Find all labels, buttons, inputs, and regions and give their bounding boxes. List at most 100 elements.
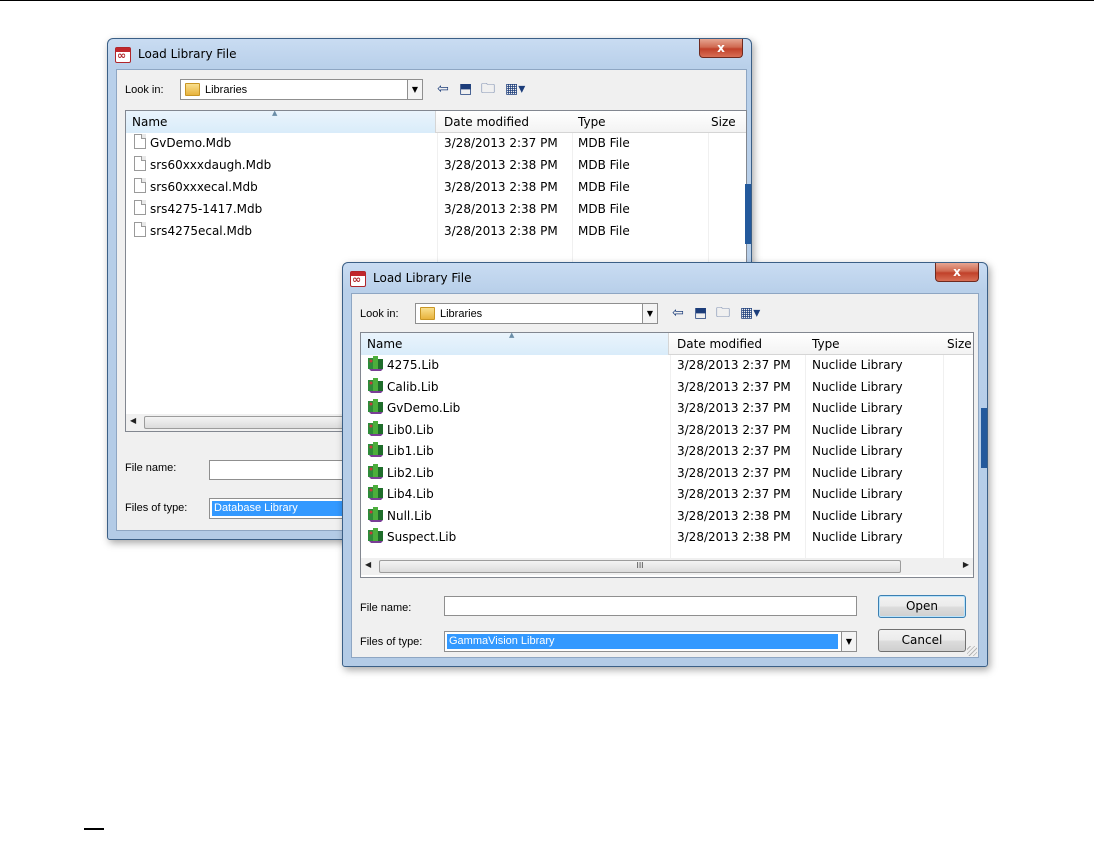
list-item[interactable]: GvDemo.Lib 3/28/2013 2:37 PM Nuclide Libra… [361, 398, 973, 420]
bottom-mark [84, 828, 104, 830]
list-item[interactable]: Lib1.Lib 3/28/2013 2:37 PM Nuclide Library [361, 441, 973, 463]
app-logo-icon [350, 271, 366, 287]
back-col-size[interactable]: Size [711, 115, 736, 129]
view-menu-icon[interactable]: ▦▾ [505, 80, 525, 98]
front-col-type[interactable]: Type [812, 337, 840, 351]
file-icon [134, 200, 146, 215]
back-window-edge [745, 184, 751, 244]
file-type: Nuclide Library [812, 508, 903, 523]
front-window-edge [981, 408, 987, 468]
back-look-in-value: Libraries [205, 84, 248, 96]
folder-icon [420, 307, 435, 320]
chevron-down-icon[interactable]: ▼ [642, 304, 657, 323]
back-arrow-icon[interactable]: ⇦ [437, 80, 449, 98]
nuclide-library-icon [367, 506, 385, 523]
front-files-of-type-select[interactable]: GammaVision Library ▼ [444, 631, 857, 652]
back-col-type[interactable]: Type [578, 115, 606, 129]
file-type: MDB File [578, 202, 630, 216]
back-close-button[interactable]: x [699, 39, 743, 58]
list-item[interactable]: Lib0.Lib 3/28/2013 2:37 PM Nuclide Library [361, 420, 973, 442]
file-type: Nuclide Library [812, 379, 903, 394]
file-date: 3/28/2013 2:37 PM [677, 358, 791, 372]
file-icon [134, 134, 146, 149]
back-name-header-highlight [126, 111, 436, 133]
front-col-name[interactable]: Name [367, 337, 402, 351]
list-item[interactable]: srs60xxxecal.Mdb 3/28/2013 2:38 PM MDB F… [126, 177, 746, 199]
chevron-down-icon[interactable]: ▼ [407, 80, 422, 99]
top-rule [0, 0, 1094, 1]
list-item[interactable]: Suspect.Lib 3/28/2013 2:38 PM Nuclide Libr… [361, 527, 973, 549]
file-date: 3/28/2013 2:37 PM [677, 379, 791, 394]
file-date: 3/28/2013 2:37 PM [677, 487, 791, 501]
back-col-name[interactable]: Name [132, 115, 167, 129]
file-icon [134, 178, 146, 193]
resize-grip-icon[interactable] [967, 646, 977, 656]
back-col-date[interactable]: Date modified [444, 115, 529, 129]
file-name: GvDemo.Lib [387, 401, 461, 415]
back-titlebar[interactable]: Load Library File x [108, 39, 751, 69]
file-type: MDB File [578, 136, 630, 150]
front-name-header-highlight [361, 333, 669, 355]
file-date: 3/28/2013 2:37 PM [444, 136, 558, 150]
back-look-in-combo[interactable]: Libraries ▼ [180, 79, 423, 100]
list-item[interactable]: Null.Lib 3/28/2013 2:38 PM Nuclide Library [361, 506, 973, 528]
list-item[interactable]: srs4275ecal.Mdb 3/28/2013 2:38 PM MDB Fi… [126, 221, 746, 243]
up-folder-icon[interactable]: ⬒ [694, 304, 707, 322]
back-file-name-label: File name: [125, 462, 177, 474]
back-look-in-label: Look in: [125, 84, 164, 96]
front-file-name-label: File name: [360, 602, 412, 614]
new-folder-icon[interactable]: 🗀 [481, 80, 495, 98]
scroll-right-icon[interactable]: ▶ [963, 560, 969, 569]
nuclide-library-icon [367, 441, 385, 458]
list-item[interactable]: 4275.Lib 3/28/2013 2:37 PM Nuclide Library [361, 355, 973, 377]
view-menu-icon[interactable]: ▦▾ [740, 304, 760, 322]
new-folder-icon[interactable]: 🗀 [716, 304, 730, 322]
list-item[interactable]: Calib.Lib 3/28/2013 2:37 PM Nuclide Librar… [361, 377, 973, 399]
front-window-title: Load Library File [373, 271, 472, 285]
file-date: 3/28/2013 2:37 PM [677, 401, 791, 415]
front-col-size[interactable]: Size [947, 337, 972, 351]
folder-icon [185, 83, 200, 96]
back-files-of-type-label: Files of type: [125, 502, 188, 514]
list-item[interactable]: srs60xxxdaugh.Mdb 3/28/2013 2:38 PM MDB … [126, 155, 746, 177]
file-type: Nuclide Library [812, 422, 903, 437]
file-date: 3/28/2013 2:38 PM [677, 508, 791, 523]
front-horizontal-scrollbar[interactable]: ◀ III ▶ [361, 558, 973, 575]
file-icon [134, 156, 146, 171]
chevron-down-icon[interactable]: ▼ [841, 632, 856, 651]
sort-ascending-icon: ▲ [272, 110, 278, 117]
front-scroll-thumb[interactable]: III [379, 560, 901, 573]
scroll-left-icon[interactable]: ◀ [365, 560, 371, 569]
file-date: 3/28/2013 2:38 PM [444, 202, 558, 216]
open-button[interactable]: Open [878, 595, 966, 618]
front-titlebar[interactable]: Load Library File x [343, 263, 987, 293]
file-name: Lib4.Lib [387, 487, 434, 501]
file-type: Nuclide Library [812, 358, 903, 372]
front-files-of-type-label: Files of type: [360, 636, 423, 648]
nuclide-library-icon [367, 527, 385, 544]
list-item[interactable]: srs4275-1417.Mdb 3/28/2013 2:38 PM MDB F… [126, 199, 746, 221]
up-folder-icon[interactable]: ⬒ [459, 80, 472, 98]
nuclide-library-icon [367, 420, 385, 437]
file-type: MDB File [578, 180, 630, 194]
front-col-date[interactable]: Date modified [677, 337, 762, 351]
scroll-left-icon[interactable]: ◀ [130, 416, 136, 425]
cancel-button[interactable]: Cancel [878, 629, 966, 652]
front-close-button[interactable]: x [935, 263, 979, 282]
file-name: Calib.Lib [387, 379, 439, 394]
list-item[interactable]: Lib2.Lib 3/28/2013 2:37 PM Nuclide Library [361, 463, 973, 485]
list-item[interactable]: GvDemo.Mdb 3/28/2013 2:37 PM MDB File [126, 133, 746, 155]
app-logo-icon [115, 47, 131, 63]
list-item[interactable]: Lib4.Lib 3/28/2013 2:37 PM Nuclide Library [361, 484, 973, 506]
back-arrow-icon[interactable]: ⇦ [672, 304, 684, 322]
front-client-area: Look in: Libraries ▼ ⇦ ⬒ 🗀 ▦▾ Name ▲ Dat… [351, 293, 979, 658]
front-file-list[interactable]: Name ▲ Date modified Type Size 4275.Lib 3… [360, 332, 974, 578]
file-name: Null.Lib [387, 508, 432, 523]
file-type: Nuclide Library [812, 487, 903, 501]
back-scroll-thumb[interactable] [144, 416, 344, 429]
file-name: GvDemo.Mdb [150, 136, 232, 150]
front-file-name-input[interactable] [444, 596, 857, 616]
nuclide-library-icon [367, 377, 385, 394]
front-look-in-combo[interactable]: Libraries ▼ [415, 303, 658, 324]
back-window-title: Load Library File [138, 47, 237, 61]
